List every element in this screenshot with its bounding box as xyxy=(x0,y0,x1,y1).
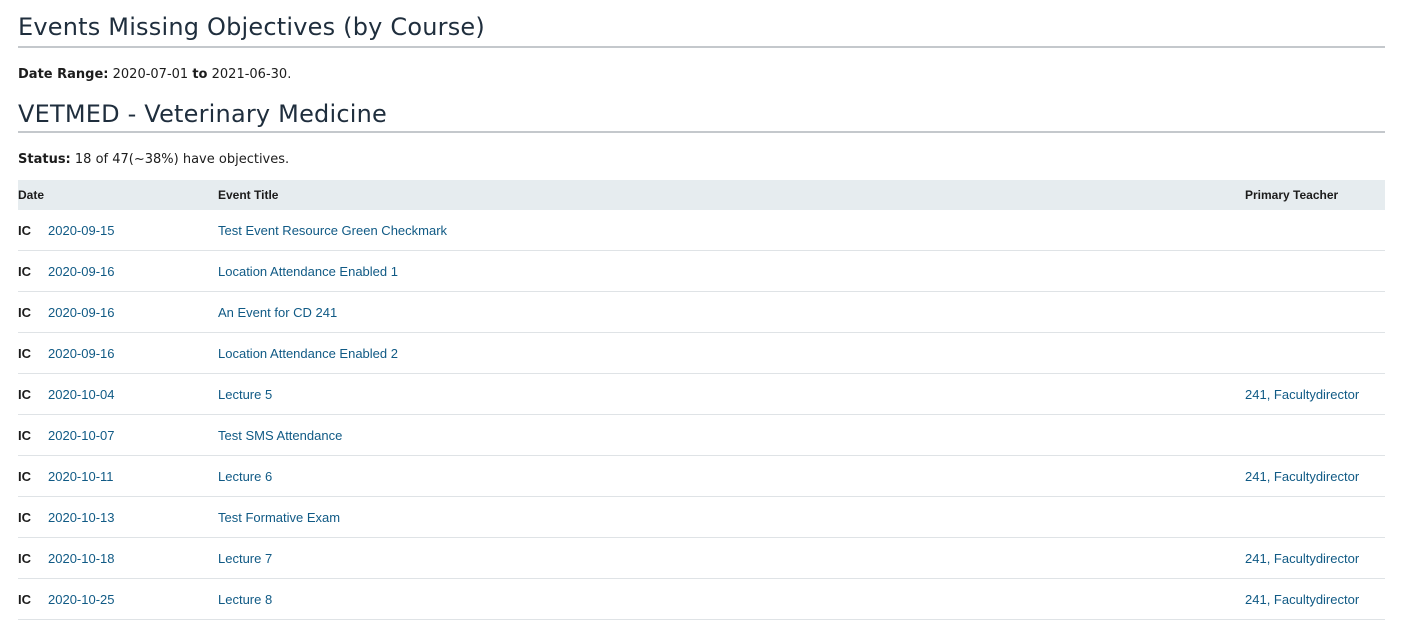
table-row: IC 2020-10-11 Lecture 6 241, Facultydirecto… xyxy=(18,455,1385,497)
event-type-code: IC xyxy=(18,332,48,374)
event-date-link[interactable]: 2020-09-16 xyxy=(48,305,115,320)
event-title-link[interactable]: Lecture 5 xyxy=(218,387,272,402)
event-date-cell: 2020-10-04 xyxy=(48,373,218,415)
event-title-link[interactable]: Lecture 8 xyxy=(218,592,272,607)
event-title-cell: Location Attendance Enabled 1 xyxy=(218,250,1245,292)
table-row: IC 2020-09-16 An Event for CD 241 xyxy=(18,291,1385,333)
events-table-body: IC 2020-09-15 Test Event Resource Green Ch… xyxy=(18,210,1385,620)
status-text: 18 of 47(~38%) have objectives. xyxy=(74,152,290,167)
primary-teacher-link[interactable]: 241, Facultydirector xyxy=(1245,551,1359,566)
event-title-cell: Location Attendance Enabled 2 xyxy=(218,332,1245,374)
report-page: Events Missing Objectives (by Course) Da… xyxy=(0,0,1402,620)
date-range-period: . xyxy=(287,67,292,82)
event-type-code: IC xyxy=(18,250,48,292)
primary-teacher-link[interactable]: 241, Facultydirector xyxy=(1245,592,1359,607)
event-title-link[interactable]: Location Attendance Enabled 2 xyxy=(218,346,398,361)
header-primary-teacher[interactable]: Primary Teacher xyxy=(1245,180,1385,210)
primary-teacher-cell: 241, Facultydirector xyxy=(1245,455,1385,497)
course-title: VETMED - Veterinary Medicine xyxy=(18,99,1385,133)
date-range-to-label: to xyxy=(192,67,208,82)
event-title-cell: Test Event Resource Green Checkmark xyxy=(218,210,1245,251)
event-title-cell: Test Formative Exam xyxy=(218,496,1245,538)
primary-teacher-cell xyxy=(1245,250,1385,292)
event-type-code: IC xyxy=(18,291,48,333)
date-range: Date Range: 2020-07-01 to 2021-06-30. xyxy=(18,65,1385,85)
event-date-cell: 2020-09-16 xyxy=(48,250,218,292)
date-range-label: Date Range: xyxy=(18,67,109,82)
event-date-link[interactable]: 2020-09-15 xyxy=(48,223,115,238)
event-type-code: IC xyxy=(18,373,48,415)
primary-teacher-cell xyxy=(1245,210,1385,251)
event-date-link[interactable]: 2020-10-18 xyxy=(48,551,115,566)
event-title-cell: Test SMS Attendance xyxy=(218,414,1245,456)
event-date-link[interactable]: 2020-10-04 xyxy=(48,387,115,402)
event-title-link[interactable]: Location Attendance Enabled 1 xyxy=(218,264,398,279)
event-date-cell: 2020-09-16 xyxy=(48,332,218,374)
event-type-code: IC xyxy=(18,414,48,456)
date-range-from: 2020-07-01 xyxy=(112,67,189,82)
event-type-code: IC xyxy=(18,578,48,620)
table-row: IC 2020-10-18 Lecture 7 241, Facultydirecto… xyxy=(18,537,1385,579)
event-date-cell: 2020-10-13 xyxy=(48,496,218,538)
table-row: IC 2020-09-15 Test Event Resource Green Ch… xyxy=(18,210,1385,251)
table-row: IC 2020-10-07 Test SMS Attendance xyxy=(18,414,1385,456)
event-date-link[interactable]: 2020-10-07 xyxy=(48,428,115,443)
event-title-cell: Lecture 7 xyxy=(218,537,1245,579)
primary-teacher-cell xyxy=(1245,291,1385,333)
event-date-link[interactable]: 2020-10-11 xyxy=(48,469,114,484)
status-label: Status: xyxy=(18,152,71,167)
event-title-link[interactable]: Test SMS Attendance xyxy=(218,428,342,443)
event-title-link[interactable]: An Event for CD 241 xyxy=(218,305,337,320)
primary-teacher-link[interactable]: 241, Facultydirector xyxy=(1245,469,1359,484)
table-row: IC 2020-10-04 Lecture 5 241, Facultydirecto… xyxy=(18,373,1385,415)
events-table-header: Date Event Title Primary Teacher xyxy=(18,180,1385,210)
primary-teacher-cell: 241, Facultydirector xyxy=(1245,373,1385,415)
event-type-code: IC xyxy=(18,210,48,251)
event-date-cell: 2020-10-25 xyxy=(48,578,218,620)
event-title-cell: Lecture 6 xyxy=(218,455,1245,497)
event-type-code: IC xyxy=(18,455,48,497)
event-title-link[interactable]: Test Formative Exam xyxy=(218,510,340,525)
event-title-cell: An Event for CD 241 xyxy=(218,291,1245,333)
header-event-title[interactable]: Event Title xyxy=(218,180,1245,210)
events-table: Date Event Title Primary Teacher IC 2020-… xyxy=(18,180,1385,620)
event-date-cell: 2020-10-07 xyxy=(48,414,218,456)
event-date-cell: 2020-09-15 xyxy=(48,210,218,251)
event-date-cell: 2020-09-16 xyxy=(48,291,218,333)
event-date-cell: 2020-10-18 xyxy=(48,537,218,579)
event-date-link[interactable]: 2020-09-16 xyxy=(48,346,115,361)
event-title-link[interactable]: Lecture 7 xyxy=(218,551,272,566)
primary-teacher-cell xyxy=(1245,414,1385,456)
event-type-code: IC xyxy=(18,496,48,538)
event-title-cell: Lecture 8 xyxy=(218,578,1245,620)
table-row: IC 2020-10-13 Test Formative Exam xyxy=(18,496,1385,538)
course-status: Status: 18 of 47(~38%) have objectives. xyxy=(18,150,1385,170)
event-title-link[interactable]: Test Event Resource Green Checkmark xyxy=(218,223,447,238)
event-title-link[interactable]: Lecture 6 xyxy=(218,469,272,484)
primary-teacher-cell: 241, Facultydirector xyxy=(1245,578,1385,620)
table-row: IC 2020-09-16 Location Attendance Enabled … xyxy=(18,250,1385,292)
primary-teacher-cell xyxy=(1245,332,1385,374)
table-row: IC 2020-09-16 Location Attendance Enabled … xyxy=(18,332,1385,374)
event-type-code: IC xyxy=(18,537,48,579)
event-date-cell: 2020-10-11 xyxy=(48,455,218,497)
page-title: Events Missing Objectives (by Course) xyxy=(18,0,1385,48)
date-range-to: 2021-06-30 xyxy=(211,67,288,82)
header-row: Date Event Title Primary Teacher xyxy=(18,180,1385,210)
event-date-link[interactable]: 2020-09-16 xyxy=(48,264,115,279)
event-title-cell: Lecture 5 xyxy=(218,373,1245,415)
event-date-link[interactable]: 2020-10-25 xyxy=(48,592,115,607)
primary-teacher-cell: 241, Facultydirector xyxy=(1245,537,1385,579)
primary-teacher-cell xyxy=(1245,496,1385,538)
event-date-link[interactable]: 2020-10-13 xyxy=(48,510,115,525)
primary-teacher-link[interactable]: 241, Facultydirector xyxy=(1245,387,1359,402)
table-row: IC 2020-10-25 Lecture 8 241, Facultydirecto… xyxy=(18,578,1385,620)
header-date[interactable]: Date xyxy=(18,180,218,210)
